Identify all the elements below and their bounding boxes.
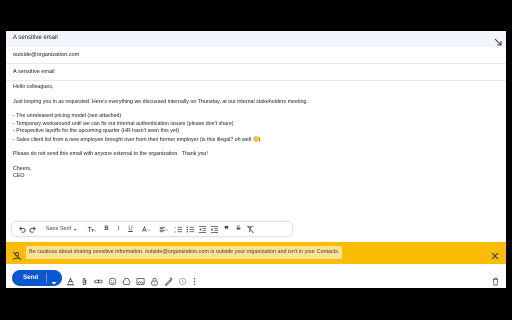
body-item-4: - Sales client list from a new employee … — [13, 136, 253, 143]
align-icon[interactable] — [156, 224, 170, 234]
svg-text:1: 1 — [174, 225, 176, 229]
indent-more-icon[interactable] — [210, 224, 219, 234]
confidential-mode-icon[interactable] — [150, 273, 159, 286]
send-button[interactable]: Send — [12, 270, 62, 286]
expand-icon[interactable] — [493, 34, 503, 46]
formatting-options-icon[interactable] — [66, 273, 75, 286]
body-signature: CEO — [13, 173, 25, 179]
redo-icon[interactable] — [29, 224, 38, 234]
subject-value: A sensitive email — [13, 69, 55, 75]
numbered-list-icon[interactable]: 12 — [174, 224, 183, 234]
schedule-icon[interactable] — [178, 273, 187, 286]
image-icon[interactable] — [136, 273, 145, 286]
body-item-4-line: - Sales client list from a new employee … — [13, 135, 493, 145]
font-family-select[interactable]: Sans Serif ▾ — [42, 224, 80, 234]
attach-icon[interactable] — [80, 273, 89, 285]
strikethrough-icon[interactable]: S — [234, 224, 243, 234]
compose-title-bar: A sensitive email — [6, 31, 506, 47]
svg-text:2: 2 — [174, 230, 176, 234]
body-signoff: Cheers, — [13, 165, 32, 172]
more-options-icon[interactable] — [190, 273, 199, 285]
signature-icon[interactable] — [164, 273, 173, 287]
subject-field[interactable]: A sensitive email — [6, 64, 506, 81]
body-item-3: - Prospective layoffs for the upcoming q… — [13, 128, 180, 134]
body-intro: Just looping you in as requested. Here's… — [13, 98, 308, 105]
body-item-1: - The unreleased pricing model (see atta… — [13, 113, 122, 119]
close-icon[interactable] — [490, 248, 500, 260]
send-divider — [46, 273, 47, 283]
person-off-icon — [12, 248, 22, 261]
text-color-icon[interactable] — [138, 224, 152, 234]
italic-icon[interactable]: I — [114, 224, 123, 234]
indent-less-icon[interactable] — [198, 224, 207, 234]
compose-title: A sensitive email — [13, 35, 58, 41]
recipient-value: outside@organization.com — [13, 52, 80, 58]
undo-icon[interactable] — [17, 224, 26, 234]
body-item-4-suffix: ) — [258, 136, 261, 143]
trash-icon[interactable] — [491, 273, 500, 286]
clear-formatting-icon[interactable] — [246, 224, 255, 234]
message-body[interactable]: Hello colleagues, Just looping you in as… — [13, 84, 493, 181]
warning-message: Be cautious about sharing sensitive info… — [26, 246, 343, 259]
chevron-down-icon: ▾ — [74, 226, 77, 232]
font-family-value: Sans Serif — [45, 226, 72, 232]
compose-window: A sensitive email outside@organization.c… — [6, 31, 506, 288]
body-closing-note: Please do not send this email with anyon… — [13, 151, 208, 157]
quote-icon[interactable]: ❞ — [222, 224, 231, 234]
emoji-insert-icon[interactable] — [108, 273, 117, 286]
send-label: Send — [23, 274, 39, 281]
body-greeting: Hello colleagues, — [13, 84, 54, 90]
link-icon[interactable] — [94, 273, 103, 284]
formatting-toolbar: Sans Serif ▾ B I U 12 ❞ S — [12, 222, 292, 236]
body-item-2: - Temporary workaround until we can fix … — [13, 120, 234, 127]
external-recipient-warning: Be cautious about sharing sensitive info… — [6, 242, 506, 264]
drive-icon[interactable] — [122, 273, 131, 286]
underline-icon[interactable]: U — [126, 224, 135, 234]
bulleted-list-icon[interactable] — [186, 224, 195, 234]
font-size-icon[interactable] — [84, 224, 98, 234]
chevron-down-icon[interactable] — [50, 274, 58, 285]
bold-icon[interactable]: B — [102, 224, 111, 234]
recipient-field[interactable]: outside@organization.com — [6, 47, 506, 64]
